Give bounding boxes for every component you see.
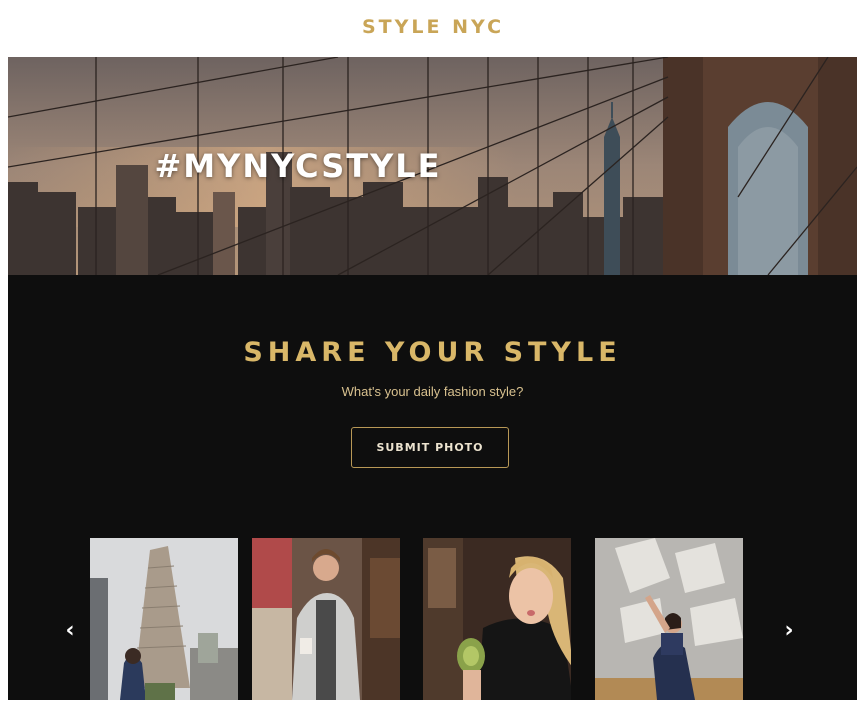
hero-hashtag-title: #MYNYCSTYLE bbox=[154, 147, 442, 185]
page: STYLE NYC #MYNYCSTYLE SHARE YOUR STYLE W… bbox=[0, 0, 866, 710]
carousel-photo-avocado-toast[interactable] bbox=[423, 538, 571, 700]
chevron-right-icon[interactable]: › bbox=[779, 618, 799, 643]
share-section: SHARE YOUR STYLE What's your daily fashi… bbox=[8, 275, 857, 700]
carousel-photo-sunlit-wall[interactable] bbox=[595, 538, 743, 700]
share-subtitle: What's your daily fashion style? bbox=[341, 384, 524, 399]
brand-logo[interactable]: STYLE NYC bbox=[0, 16, 866, 38]
chevron-left-icon[interactable]: ‹ bbox=[60, 618, 80, 643]
submit-photo-button[interactable]: SUBMIT PHOTO bbox=[351, 427, 509, 468]
hero-banner: #MYNYCSTYLE bbox=[8, 57, 857, 275]
share-title: SHARE YOUR STYLE bbox=[243, 337, 622, 368]
carousel-photo-grey-coat[interactable] bbox=[252, 538, 400, 700]
carousel-photo-flatiron[interactable] bbox=[90, 538, 238, 700]
